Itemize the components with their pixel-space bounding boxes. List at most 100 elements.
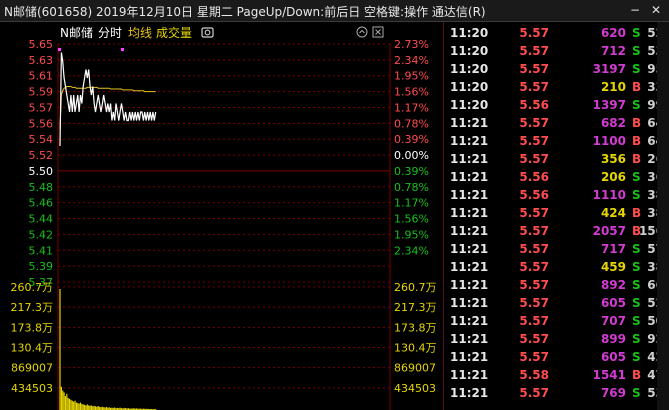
tick-row[interactable]: 11:21 5.56 1110 S 38 [444,186,669,204]
percent-tick-label: 1.95% [394,228,429,241]
tick-side: S [632,314,641,328]
tick-price: 5.57 [519,80,549,94]
tick-volume: 605 [600,350,626,364]
tick-volume: 1541 [592,368,626,382]
percent-axis: 2.73% 2.34% 1.95% 1.56% 1.17% 0.78% 0.39% 0.00%… [394,38,429,257]
tick-time: 11:21 [450,314,489,328]
tick-time: 11:21 [450,296,489,310]
chart-grid [57,43,391,410]
tick-volume: 707 [600,314,626,328]
tick-time: 11:21 [450,116,489,130]
tick-price: 5.56 [519,98,549,112]
tick-time: 11:21 [450,332,489,346]
tick-row[interactable]: 11:21 5.57 717 S 57 [444,240,669,258]
tick-price: 5.57 [519,26,549,40]
tick-side: B [632,152,642,166]
tick-row[interactable]: 11:20 5.57 712 S 53 [444,42,669,60]
tick-time: 11:21 [450,188,489,202]
percent-tick-label: 1.17% [394,101,429,114]
camera-icon[interactable] [201,27,214,38]
legend-avg-line: 均线 [128,26,152,40]
tick-price: 5.57 [519,260,549,274]
tick-row[interactable]: 11:20 5.56 1397 S 99 [444,96,669,114]
percent-tick-label: 0.39% [394,133,429,146]
tick-time: 11:20 [450,26,489,40]
price-lines [58,48,157,147]
price-tick-label: 5.59 [29,86,54,99]
tick-row[interactable]: 11:21 5.57 707 S 50 [444,312,669,330]
close-chart-icon[interactable] [372,26,384,38]
tick-price: 5.57 [519,314,549,328]
tick-time: 11:21 [450,224,489,238]
percent-tick-label: 0.39% [394,165,429,178]
percent-tick-label: 2.34% [394,54,429,67]
tick-row[interactable]: 11:21 5.57 769 S 53 [444,384,669,402]
tick-row[interactable]: 11:21 5.57 356 B 26 [444,150,669,168]
tick-price: 5.57 [519,152,549,166]
tick-time: 11:20 [450,80,489,94]
volume-tick-label: 173.8万 [11,321,54,334]
volume-tick-label: 260.7万 [11,281,54,294]
tick-side: B [632,134,642,148]
tick-volume: 424 [600,206,626,220]
volume-tick-label-right: 173.8万 [394,321,437,334]
price-tick-label: 5.48 [29,181,54,194]
percent-tick-label: 2.73% [394,38,429,51]
tick-row[interactable]: 11:20 5.57 620 S 52 [444,24,669,42]
event-marker [121,48,124,51]
window-title: N邮储(601658) 2019年12月10日 星期二 PageUp/Down:… [4,5,486,19]
price-tick-label: 5.46 [29,197,54,210]
tick-side: B [632,206,642,220]
tick-row[interactable]: 11:21 5.57 605 S 42 [444,348,669,366]
percent-tick-label: 1.56% [394,213,429,226]
tick-side: S [632,278,641,292]
chart-header: N邮储 分时 均线 成交量 [60,25,384,40]
percent-tick-label: 0.00% [394,149,429,162]
tick-row[interactable]: 11:21 5.56 206 S 36 [444,168,669,186]
tick-row[interactable]: 11:21 5.57 605 S 52 [444,294,669,312]
tick-row[interactable]: 11:20 5.57 210 B 33 [444,78,669,96]
tick-row[interactable]: 11:21 5.57 892 S 66 [444,276,669,294]
percent-tick-label: 0.78% [394,181,429,194]
close-icon[interactable]: ✕ [648,2,664,18]
tick-price: 5.57 [519,44,549,58]
tick-row[interactable]: 11:21 5.57 682 B 64 [444,114,669,132]
tick-price: 5.57 [519,116,549,130]
tick-side: B [632,80,642,94]
tick-time: 11:21 [450,350,489,364]
volume-tick-label: 130.4万 [11,342,54,355]
tick-time: 11:21 [450,206,489,220]
scrollbar[interactable] [657,22,669,410]
price-tick-label: 5.63 [29,54,54,67]
tick-price: 5.57 [519,134,549,148]
tick-price: 5.57 [519,350,549,364]
percent-tick-label: 2.34% [394,244,429,257]
tick-row[interactable]: 11:21 5.57 459 S 38 [444,258,669,276]
minimize-icon[interactable]: − [627,2,643,18]
volume-tick-label-right: 434503 [394,382,436,395]
tick-volume: 682 [600,116,626,130]
tick-time: 11:21 [450,368,489,382]
tick-row[interactable]: 11:20 5.57 3197 S 95 [444,60,669,78]
tick-row[interactable]: 11:21 5.57 424 B 38 [444,204,669,222]
tab-timeshare[interactable]: 分时 [98,26,122,40]
tick-time: 11:20 [450,62,489,76]
tick-row[interactable]: 11:21 5.57 899 S 92 [444,330,669,348]
percent-tick-label: 1.95% [394,70,429,83]
tick-price: 5.58 [519,368,549,382]
tick-price: 5.57 [519,332,549,346]
volume-tick-label: 869007 [11,362,53,375]
tick-row[interactable]: 11:21 5.57 2057 B 156 [444,222,669,240]
tick-row[interactable]: 11:21 5.57 1100 B 64 [444,132,669,150]
tick-side: S [632,242,641,256]
tick-side: S [632,98,641,112]
settings-icon[interactable] [356,26,368,38]
tick-list[interactable]: 11:20 5.57 620 S 52 11:20 5.57 712 S 53 11:20 5.57 3… [443,22,669,410]
tick-volume: 206 [600,170,626,184]
tick-row[interactable]: 11:21 5.58 1541 B 47 [444,366,669,384]
tick-time: 11:21 [450,260,489,274]
tick-volume: 459 [600,260,626,274]
event-marker [58,48,61,51]
price-tick-label: 5.41 [29,244,54,257]
intraday-chart[interactable]: N邮储 分时 均线 成交量 5.655.635.615.595.575.565.… [0,22,443,410]
